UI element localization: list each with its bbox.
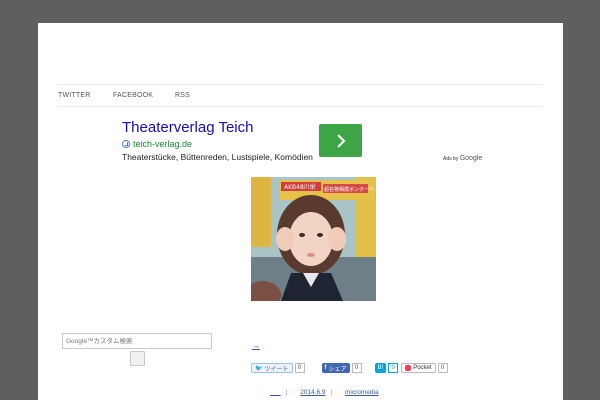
facebook-share-label: シェア [328, 366, 347, 373]
search-input[interactable] [62, 333, 212, 349]
post-meta: : ___ | : 2014.6.9 | : micromedia [263, 389, 379, 396]
chevron-right-icon [336, 133, 345, 148]
facebook-count: 0 [351, 363, 362, 373]
post-arrow-link[interactable]: → [252, 341, 260, 350]
post-date-link[interactable]: 2014.6.9 [300, 389, 325, 396]
nav-facebook-link[interactable]: FACEBOOK [113, 92, 153, 99]
tweet-count: 0 [294, 363, 305, 373]
nav-rss-link[interactable]: RSS [175, 92, 190, 99]
ad-url-link[interactable]: teich-verlag.de [133, 139, 192, 149]
hatena-bookmark-button[interactable]: B! [374, 363, 387, 373]
page-container: TWITTER FACEBOOK RSS Theaterverlag Teich… [38, 23, 563, 400]
photo-caption-2: 超名物相撲ボンターヘ [324, 186, 374, 193]
photo-image: AKB48川栄 超名物相撲ボンターヘ [251, 177, 376, 301]
hatena-label: B! [377, 365, 384, 371]
pocket-button[interactable]: Pocket [401, 363, 436, 373]
ads-by-brand: Google [459, 155, 483, 162]
twitter-bird-icon: 🐦 [255, 365, 263, 372]
top-nav: TWITTER FACEBOOK RSS [58, 84, 542, 107]
pocket-count: 0 [437, 363, 448, 373]
ad-url-row: teich-verlag.de [122, 139, 192, 149]
tweet-label: ツイート [264, 366, 289, 373]
pocket-label: Pocket [413, 365, 432, 371]
clock-icon [122, 140, 130, 148]
nav-twitter-link[interactable]: TWITTER [58, 92, 91, 99]
pocket-icon [405, 365, 412, 371]
tweet-button[interactable]: 🐦 ツイート [251, 363, 293, 373]
post-category-link[interactable]: ___ [270, 389, 281, 396]
ad-title-link[interactable]: Theaterverlag Teich [122, 119, 253, 136]
facebook-icon: f [324, 365, 327, 371]
ads-by-google[interactable]: Ads by Google [443, 155, 482, 162]
photo-caption-1: AKB48川栄 [284, 183, 316, 191]
hatena-count: 0 [388, 363, 399, 373]
ads-by-prefix: Ads by [443, 156, 459, 162]
ad-description: Theaterstücke, Büttenreden, Lustspiele, … [122, 152, 313, 162]
post-photo[interactable]: AKB48川栄 超名物相撲ボンターヘ [251, 177, 376, 301]
search-button[interactable] [130, 351, 145, 366]
facebook-share-button[interactable]: f シェア [321, 363, 350, 373]
ad-go-button[interactable] [319, 124, 362, 157]
social-share-row: 🐦 ツイート 0 f シェア 0 B! 0 Pocket 0 [251, 363, 448, 373]
post-author-link[interactable]: micromedia [345, 389, 379, 396]
